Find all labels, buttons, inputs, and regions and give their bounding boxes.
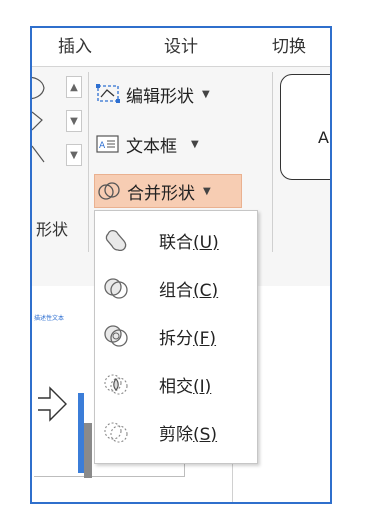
merge-shapes-icon xyxy=(95,179,123,203)
textbox-label: 文本框 xyxy=(126,136,177,157)
intersect-icon xyxy=(101,369,131,399)
ribbon-divider xyxy=(32,66,330,67)
tab-transitions[interactable]: 切换 xyxy=(272,32,306,57)
menu-item-union[interactable]: 联合(U) xyxy=(95,217,257,263)
group-divider xyxy=(88,72,89,252)
edit-shape-button[interactable]: 编辑形状 ▼ xyxy=(94,80,210,108)
slide-shape xyxy=(84,423,92,478)
union-icon xyxy=(101,225,131,255)
arrow-shape[interactable] xyxy=(36,384,76,424)
menu-item-label: 组合 xyxy=(159,280,193,301)
textbox-icon: A xyxy=(94,132,122,156)
gallery-scroll-down[interactable]: ▼ xyxy=(66,110,82,132)
shortcut-key: (U) xyxy=(193,232,219,253)
merge-shapes-label: 合并形状 xyxy=(127,183,195,204)
textbox-button[interactable]: A 文本框 ▼ xyxy=(94,130,199,158)
shortcut-key: (F) xyxy=(193,328,217,349)
shapes-group-label: 形状 xyxy=(36,220,69,239)
menu-item-subtract[interactable]: 剪除(S) xyxy=(95,409,257,455)
edit-points-icon xyxy=(94,82,122,106)
shortcut-key: (C) xyxy=(193,280,219,301)
shortcut-key: (I) xyxy=(193,376,212,397)
ribbon-tabs: 插入 设计 切换 xyxy=(32,28,330,64)
combine-icon xyxy=(101,273,131,303)
menu-item-label: 剪除 xyxy=(159,424,193,445)
fragment-icon xyxy=(101,321,131,351)
style-preview-letter: A xyxy=(318,128,329,147)
group-divider xyxy=(272,72,273,252)
slide-text: 描述性文本 xyxy=(34,315,65,322)
pentagon-shape-icon[interactable] xyxy=(32,108,62,134)
chevron-down-icon: ▼ xyxy=(191,138,199,150)
oval-shape-icon[interactable] xyxy=(32,74,62,100)
shortcut-key: (S) xyxy=(193,424,218,445)
tab-design[interactable]: 设计 xyxy=(164,32,198,57)
line-shape-icon[interactable] xyxy=(32,142,62,168)
shape-style-preview[interactable] xyxy=(280,74,330,180)
edit-shape-label: 编辑形状 xyxy=(126,86,194,107)
merge-shapes-menu: 联合(U) 组合(C) 拆分(F) 相交(I) 剪除(S) xyxy=(94,210,258,464)
menu-item-label: 相交 xyxy=(159,376,193,397)
svg-text:A: A xyxy=(99,141,106,151)
menu-item-combine[interactable]: 组合(C) xyxy=(95,265,257,311)
app-window: 插入 设计 切换 ▲ ▼ ▼ 形状 编辑形状 ▼ A 文本框 ▼ 合并形状 ▼ … xyxy=(30,26,332,504)
chevron-down-icon: ▼ xyxy=(202,88,210,100)
menu-item-intersect[interactable]: 相交(I) xyxy=(95,361,257,407)
gallery-scroll-up[interactable]: ▲ xyxy=(66,76,82,98)
gallery-more[interactable]: ▼ xyxy=(66,144,82,166)
merge-shapes-button[interactable]: 合并形状 ▼ xyxy=(94,174,242,208)
menu-item-fragment[interactable]: 拆分(F) xyxy=(95,313,257,359)
tab-insert[interactable]: 插入 xyxy=(58,32,92,57)
menu-item-label: 拆分 xyxy=(159,328,193,349)
subtract-icon xyxy=(101,417,131,447)
menu-item-label: 联合 xyxy=(159,232,193,253)
chevron-down-icon: ▼ xyxy=(203,185,211,197)
